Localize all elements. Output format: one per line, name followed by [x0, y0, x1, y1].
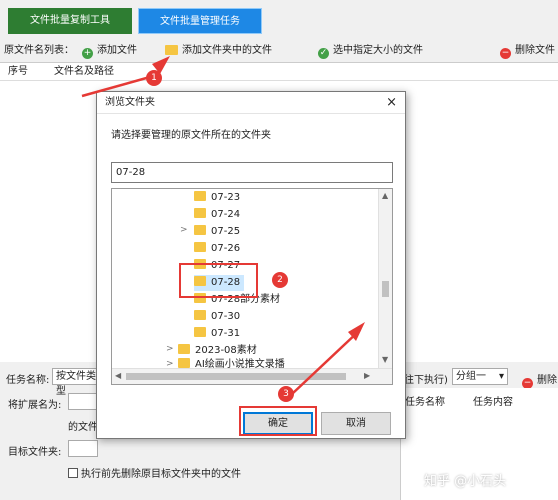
annotation-arrow-1 — [81, 75, 151, 98]
annotation-badge-2: 2 — [272, 272, 288, 288]
annotation-badge-3: 3 — [278, 386, 294, 402]
annotation-arrow-3 — [291, 329, 361, 395]
watermark: 知乎 @小石头 — [424, 474, 507, 489]
annotation-highlight-folder — [179, 263, 258, 298]
annotation-badge-1: 1 — [146, 70, 162, 86]
annotation-highlight-ok — [239, 406, 317, 436]
